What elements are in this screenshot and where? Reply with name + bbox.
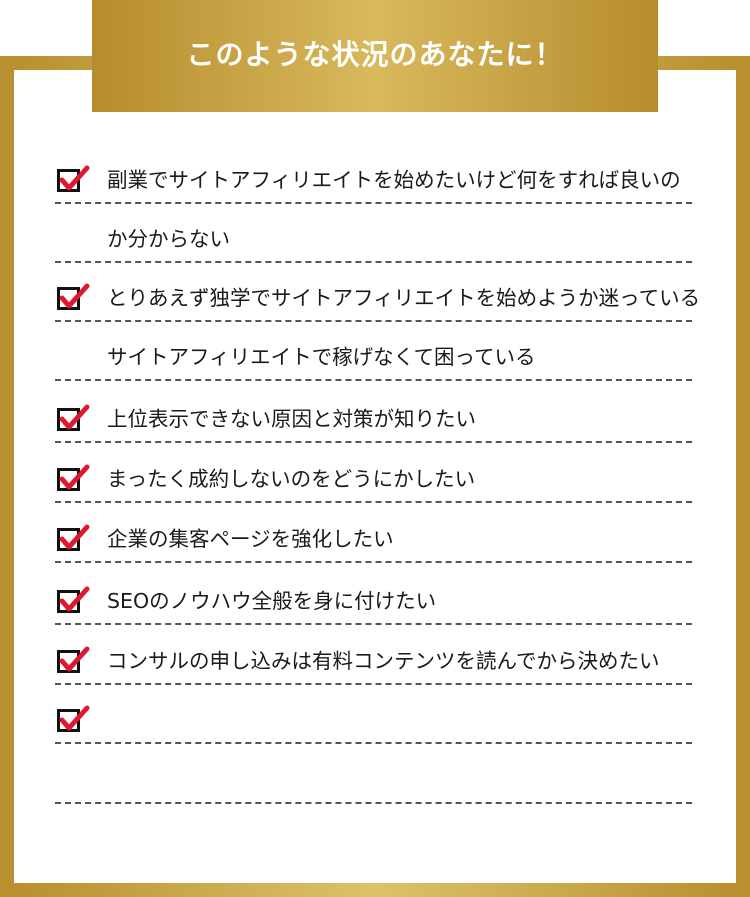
list-item-text: とりあえず独学でサイトアフィリエイトを始めようか迷っている bbox=[107, 286, 701, 310]
list-item: 企業の集客ページを強化したい bbox=[55, 504, 692, 563]
checkbox-checked-icon bbox=[57, 283, 90, 312]
page-title: このような状況のあなたに！ bbox=[186, 38, 564, 71]
list-item: 副業でサイトアフィリエイトを始めたいけど何をすれば良いの bbox=[55, 145, 692, 204]
list-item: とりあえず独学でサイトアフィリエイトを始めようか迷っている bbox=[55, 263, 700, 322]
list-item: サイトアフィリエイトで稼げなくて困っている bbox=[55, 322, 692, 381]
checkbox-checked-icon bbox=[57, 165, 90, 194]
checkbox-checked-icon bbox=[57, 524, 90, 553]
checkbox-checked-icon bbox=[57, 705, 90, 734]
list-item: 上位表示できない原因と対策が知りたい bbox=[55, 384, 692, 443]
list-item: か分からない bbox=[55, 204, 692, 263]
list-item-text: 上位表示できない原因と対策が知りたい bbox=[107, 407, 476, 431]
list-item-text: 副業でサイトアフィリエイトを始めたいけど何をすれば良いの bbox=[107, 168, 681, 192]
list-item: SEOのノウハウ全般を身に付けたい bbox=[55, 566, 692, 625]
header-banner: このような状況のあなたに！ bbox=[92, 0, 658, 112]
list-item-text: サイトアフィリエイトで稼げなくて困っている bbox=[107, 345, 536, 369]
list-item-text: か分からない bbox=[107, 227, 230, 251]
list-item-text: まったく成約しないのをどうにかしたい bbox=[107, 467, 476, 491]
checkbox-checked-icon bbox=[57, 646, 90, 675]
list-item bbox=[55, 685, 692, 744]
list-item bbox=[55, 745, 692, 804]
list-item-text: コンサルの申し込みは有料コンテンツを読んでから決めたい bbox=[107, 649, 660, 673]
checkbox-checked-icon bbox=[57, 464, 90, 493]
list-item-text: 企業の集客ページを強化したい bbox=[107, 527, 394, 551]
list-item: まったく成約しないのをどうにかしたい bbox=[55, 444, 692, 503]
checkbox-checked-icon bbox=[57, 586, 90, 615]
checkbox-checked-icon bbox=[57, 404, 90, 433]
list-item: コンサルの申し込みは有料コンテンツを読んでから決めたい bbox=[55, 626, 692, 685]
list-item-text: SEOのノウハウ全般を身に付けたい bbox=[107, 589, 437, 613]
